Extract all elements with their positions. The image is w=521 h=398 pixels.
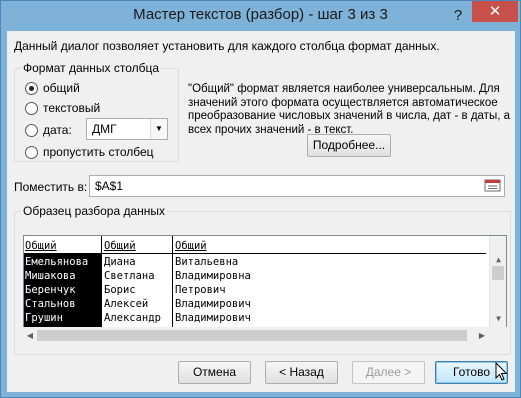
date-format-value: ДМГ [92, 122, 117, 136]
cell-r5-c3: Владимирович [175, 312, 251, 324]
mouse-pointer-icon [495, 362, 508, 381]
column-header[interactable]: Общий [104, 239, 136, 253]
cell-r3-c3: Петрович [175, 284, 226, 296]
radio-general-indicator[interactable] [25, 81, 38, 95]
text-import-wizard-window: Мастер текстов (разбор) - шаг 3 из 3 ? ✕… [0, 0, 521, 398]
radio-skip-column-indicator[interactable] [25, 145, 38, 159]
scroll-left-icon[interactable]: ◀ [23, 327, 37, 344]
column-format-legend: Формат данных столбца [21, 61, 162, 75]
scroll-right-icon[interactable]: ▶ [475, 327, 489, 344]
horizontal-scroll-thumb[interactable] [37, 330, 467, 341]
cell-r2-c3: Владимировна [175, 270, 251, 282]
destination-input[interactable]: $A$1 [89, 175, 505, 197]
format-description: "Общий" формат является наиболее универс… [188, 83, 510, 136]
data-preview-grid[interactable]: Емельянова Мишакова Беренчук Стальнов Гр… [23, 235, 507, 328]
cell-r3-c1: Беренчук [25, 284, 76, 296]
radio-date[interactable]: дата: [25, 123, 72, 137]
range-select-icon[interactable] [484, 178, 502, 194]
radio-skip-column[interactable]: пропустить столбец [25, 145, 154, 159]
radio-text-label: текстовый [43, 101, 101, 115]
radio-date-label: дата: [43, 123, 72, 137]
cell-r1-c1: Емельянова [25, 256, 89, 268]
destination-label: Поместить в: [14, 180, 88, 194]
column-header[interactable]: Общий [25, 239, 57, 253]
column-divider[interactable] [172, 236, 173, 327]
close-button[interactable]: ✕ [472, 1, 518, 22]
cell-r5-c1: Грушин [25, 312, 63, 324]
radio-date-indicator[interactable] [25, 123, 38, 137]
cell-r1-c2: Диана [104, 256, 136, 268]
vertical-scroll-thumb[interactable] [492, 266, 504, 280]
radio-text[interactable]: текстовый [25, 101, 100, 115]
preview-legend: Образец разбора данных [21, 204, 168, 218]
cell-r1-c3: Витальевна [175, 256, 239, 268]
vertical-scrollbar[interactable]: ▲ ▼ [489, 236, 506, 327]
cancel-button[interactable]: Отмена [178, 361, 251, 384]
radio-skip-column-label: пропустить столбец [43, 145, 154, 159]
horizontal-scrollbar[interactable]: ◀ ▶ [23, 327, 507, 344]
cell-r2-c2: Светлана [104, 270, 155, 282]
cell-r4-c2: Алексей [104, 298, 149, 310]
radio-general[interactable]: общий [25, 81, 80, 95]
cell-r4-c1: Стальнов [25, 298, 76, 310]
column-divider[interactable] [101, 236, 102, 327]
more-button[interactable]: Подробнее... [307, 134, 391, 157]
scroll-up-icon[interactable]: ▲ [490, 253, 506, 267]
next-button[interactable]: Далее > [352, 361, 425, 384]
intro-text: Данный диалог позволяет установить для к… [14, 39, 440, 53]
window-title: Мастер текстов (разбор) - шаг 3 из 3 [133, 6, 388, 23]
radio-general-label: общий [43, 81, 80, 95]
cell-r5-c2: Александр [104, 312, 161, 324]
cell-r2-c1: Мишакова [25, 270, 76, 282]
help-button[interactable]: ? [448, 6, 468, 26]
dialog-body: Данный диалог позволяет установить для к… [7, 31, 515, 392]
chevron-down-icon[interactable]: ▼ [150, 119, 167, 139]
column-header[interactable]: Общий [175, 239, 207, 253]
cell-r3-c2: Борис [104, 284, 136, 296]
preview-ruler [24, 236, 486, 254]
destination-value: $A$1 [95, 179, 124, 193]
selected-column-highlight[interactable]: Емельянова Мишакова Беренчук Стальнов Гр… [24, 254, 101, 327]
date-format-select[interactable]: ДМГ ▼ [86, 118, 168, 140]
title-bar[interactable]: Мастер текстов (разбор) - шаг 3 из 3 ? ✕ [1, 1, 520, 31]
cell-r4-c3: Владимирович [175, 298, 251, 310]
scroll-down-icon[interactable]: ▼ [490, 312, 506, 326]
back-button[interactable]: < Назад [265, 361, 338, 384]
radio-text-indicator[interactable] [25, 101, 38, 115]
